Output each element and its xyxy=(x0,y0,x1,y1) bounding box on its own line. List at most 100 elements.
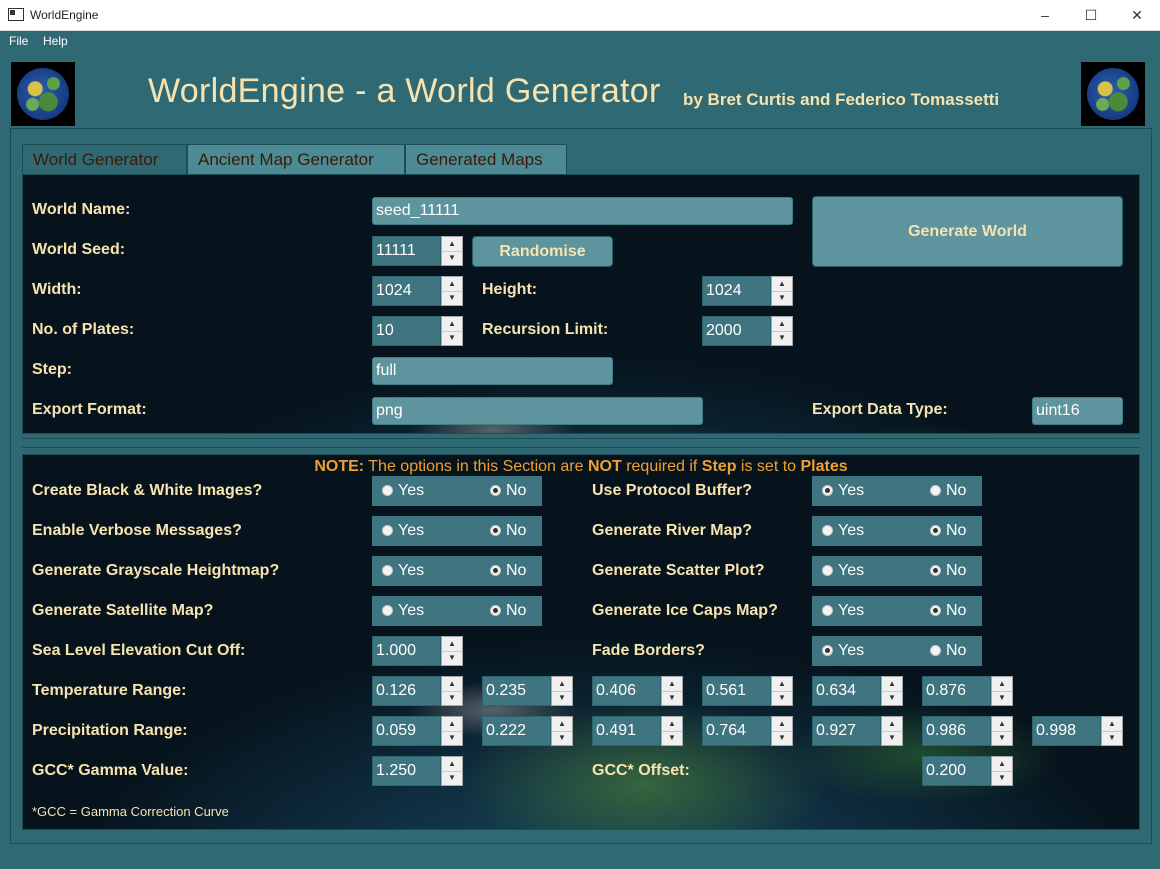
spin-up-icon[interactable]: ▲ xyxy=(882,717,902,732)
spin-up-icon[interactable]: ▲ xyxy=(552,717,572,732)
spin-down-icon[interactable]: ▼ xyxy=(662,691,682,705)
precipitation-value[interactable]: 0.927 xyxy=(812,716,881,746)
world-seed-spinner[interactable]: 11111 ▲ ▼ xyxy=(372,236,463,266)
spin-down-icon[interactable]: ▼ xyxy=(992,691,1012,705)
export-data-type-select[interactable]: uint16 xyxy=(1032,397,1123,425)
spin-down-icon[interactable]: ▼ xyxy=(442,771,462,785)
temperature-value[interactable]: 0.634 xyxy=(812,676,881,706)
tab-world-generator[interactable]: World Generator xyxy=(22,144,187,175)
temperature-spinner-6[interactable]: 0.876 ▲ ▼ xyxy=(922,676,1013,706)
spin-up-icon[interactable]: ▲ xyxy=(442,637,462,652)
world-name-input[interactable]: seed_11111 xyxy=(372,197,793,225)
grayscale-no-radio[interactable]: No xyxy=(490,556,526,586)
spin-down-icon[interactable]: ▼ xyxy=(882,731,902,745)
width-spinner[interactable]: 1024 ▲ ▼ xyxy=(372,276,463,306)
spinner-arrows[interactable]: ▲ ▼ xyxy=(441,236,463,266)
verbose-yes-radio[interactable]: Yes xyxy=(382,516,424,546)
spin-down-icon[interactable]: ▼ xyxy=(772,691,792,705)
spin-up-icon[interactable]: ▲ xyxy=(552,677,572,692)
spin-down-icon[interactable]: ▼ xyxy=(442,691,462,705)
precipitation-value[interactable]: 0.222 xyxy=(482,716,551,746)
spin-up-icon[interactable]: ▲ xyxy=(992,677,1012,692)
section-divider[interactable] xyxy=(22,438,1140,448)
spin-up-icon[interactable]: ▲ xyxy=(772,677,792,692)
gamma-value-spinner[interactable]: 1.250 ▲ ▼ xyxy=(372,756,463,786)
gamma-offset-value[interactable]: 0.200 xyxy=(922,756,991,786)
temperature-value[interactable]: 0.876 xyxy=(922,676,991,706)
spin-down-icon[interactable]: ▼ xyxy=(1102,731,1122,745)
generate-world-button[interactable]: Generate World xyxy=(812,196,1123,267)
spin-up-icon[interactable]: ▲ xyxy=(772,717,792,732)
width-value[interactable]: 1024 xyxy=(372,276,441,306)
spin-up-icon[interactable]: ▲ xyxy=(662,717,682,732)
grayscale-yes-radio[interactable]: Yes xyxy=(382,556,424,586)
spinner-arrows[interactable]: ▲ ▼ xyxy=(661,716,683,746)
gamma-value[interactable]: 1.250 xyxy=(372,756,441,786)
spinner-arrows[interactable]: ▲ ▼ xyxy=(551,676,573,706)
spinner-arrows[interactable]: ▲ ▼ xyxy=(991,716,1013,746)
satellite-yes-radio[interactable]: Yes xyxy=(382,596,424,626)
precipitation-value[interactable]: 0.986 xyxy=(922,716,991,746)
precipitation-value[interactable]: 0.764 xyxy=(702,716,771,746)
spin-down-icon[interactable]: ▼ xyxy=(992,771,1012,785)
temperature-spinner-4[interactable]: 0.561 ▲ ▼ xyxy=(702,676,793,706)
spinner-arrows[interactable]: ▲ ▼ xyxy=(771,676,793,706)
spinner-arrows[interactable]: ▲ ▼ xyxy=(881,716,903,746)
spin-up-icon[interactable]: ▲ xyxy=(442,317,462,332)
spin-up-icon[interactable]: ▲ xyxy=(992,717,1012,732)
spin-down-icon[interactable]: ▼ xyxy=(772,291,792,305)
spinner-arrows[interactable]: ▲ ▼ xyxy=(881,676,903,706)
spin-up-icon[interactable]: ▲ xyxy=(442,757,462,772)
protobuf-yes-radio[interactable]: Yes xyxy=(822,476,864,506)
spin-down-icon[interactable]: ▼ xyxy=(442,731,462,745)
spinner-arrows[interactable]: ▲ ▼ xyxy=(441,316,463,346)
precipitation-value[interactable]: 0.491 xyxy=(592,716,661,746)
spin-down-icon[interactable]: ▼ xyxy=(552,691,572,705)
spin-up-icon[interactable]: ▲ xyxy=(772,317,792,332)
spin-down-icon[interactable]: ▼ xyxy=(442,331,462,345)
spin-up-icon[interactable]: ▲ xyxy=(882,677,902,692)
spin-up-icon[interactable]: ▲ xyxy=(662,677,682,692)
satellite-no-radio[interactable]: No xyxy=(490,596,526,626)
spinner-arrows[interactable]: ▲ ▼ xyxy=(771,276,793,306)
recursion-limit-spinner[interactable]: 2000 ▲ ▼ xyxy=(702,316,793,346)
temperature-value[interactable]: 0.126 xyxy=(372,676,441,706)
protobuf-no-radio[interactable]: No xyxy=(930,476,966,506)
river-yes-radio[interactable]: Yes xyxy=(822,516,864,546)
precipitation-spinner-3[interactable]: 0.491 ▲ ▼ xyxy=(592,716,683,746)
maximize-button[interactable]: ☐ xyxy=(1068,0,1114,30)
menu-help[interactable]: Help xyxy=(43,34,68,48)
spinner-arrows[interactable]: ▲ ▼ xyxy=(661,676,683,706)
verbose-no-radio[interactable]: No xyxy=(490,516,526,546)
spinner-arrows[interactable]: ▲ ▼ xyxy=(1101,716,1123,746)
sea-level-spinner[interactable]: 1.000 ▲ ▼ xyxy=(372,636,463,666)
precipitation-spinner-2[interactable]: 0.222 ▲ ▼ xyxy=(482,716,573,746)
spin-down-icon[interactable]: ▼ xyxy=(882,691,902,705)
spin-up-icon[interactable]: ▲ xyxy=(442,677,462,692)
bw-images-no-radio[interactable]: No xyxy=(490,476,526,506)
gamma-offset-spinner[interactable]: 0.200 ▲ ▼ xyxy=(922,756,1013,786)
plates-spinner[interactable]: 10 ▲ ▼ xyxy=(372,316,463,346)
precipitation-spinner-7[interactable]: 0.998 ▲ ▼ xyxy=(1032,716,1123,746)
spin-up-icon[interactable]: ▲ xyxy=(1102,717,1122,732)
spinner-arrows[interactable]: ▲ ▼ xyxy=(771,716,793,746)
spinner-arrows[interactable]: ▲ ▼ xyxy=(441,636,463,666)
precipitation-spinner-4[interactable]: 0.764 ▲ ▼ xyxy=(702,716,793,746)
spin-up-icon[interactable]: ▲ xyxy=(442,277,462,292)
spinner-arrows[interactable]: ▲ ▼ xyxy=(771,316,793,346)
temperature-spinner-1[interactable]: 0.126 ▲ ▼ xyxy=(372,676,463,706)
height-value[interactable]: 1024 xyxy=(702,276,771,306)
plates-value[interactable]: 10 xyxy=(372,316,441,346)
spinner-arrows[interactable]: ▲ ▼ xyxy=(551,716,573,746)
spinner-arrows[interactable]: ▲ ▼ xyxy=(441,716,463,746)
spin-up-icon[interactable]: ▲ xyxy=(992,757,1012,772)
spin-up-icon[interactable]: ▲ xyxy=(772,277,792,292)
spin-down-icon[interactable]: ▼ xyxy=(442,251,462,265)
scatter-yes-radio[interactable]: Yes xyxy=(822,556,864,586)
spinner-arrows[interactable]: ▲ ▼ xyxy=(991,756,1013,786)
export-format-select[interactable]: png xyxy=(372,397,703,425)
world-seed-value[interactable]: 11111 xyxy=(372,236,441,266)
height-spinner[interactable]: 1024 ▲ ▼ xyxy=(702,276,793,306)
spin-down-icon[interactable]: ▼ xyxy=(442,291,462,305)
fade-borders-no-radio[interactable]: No xyxy=(930,636,966,666)
